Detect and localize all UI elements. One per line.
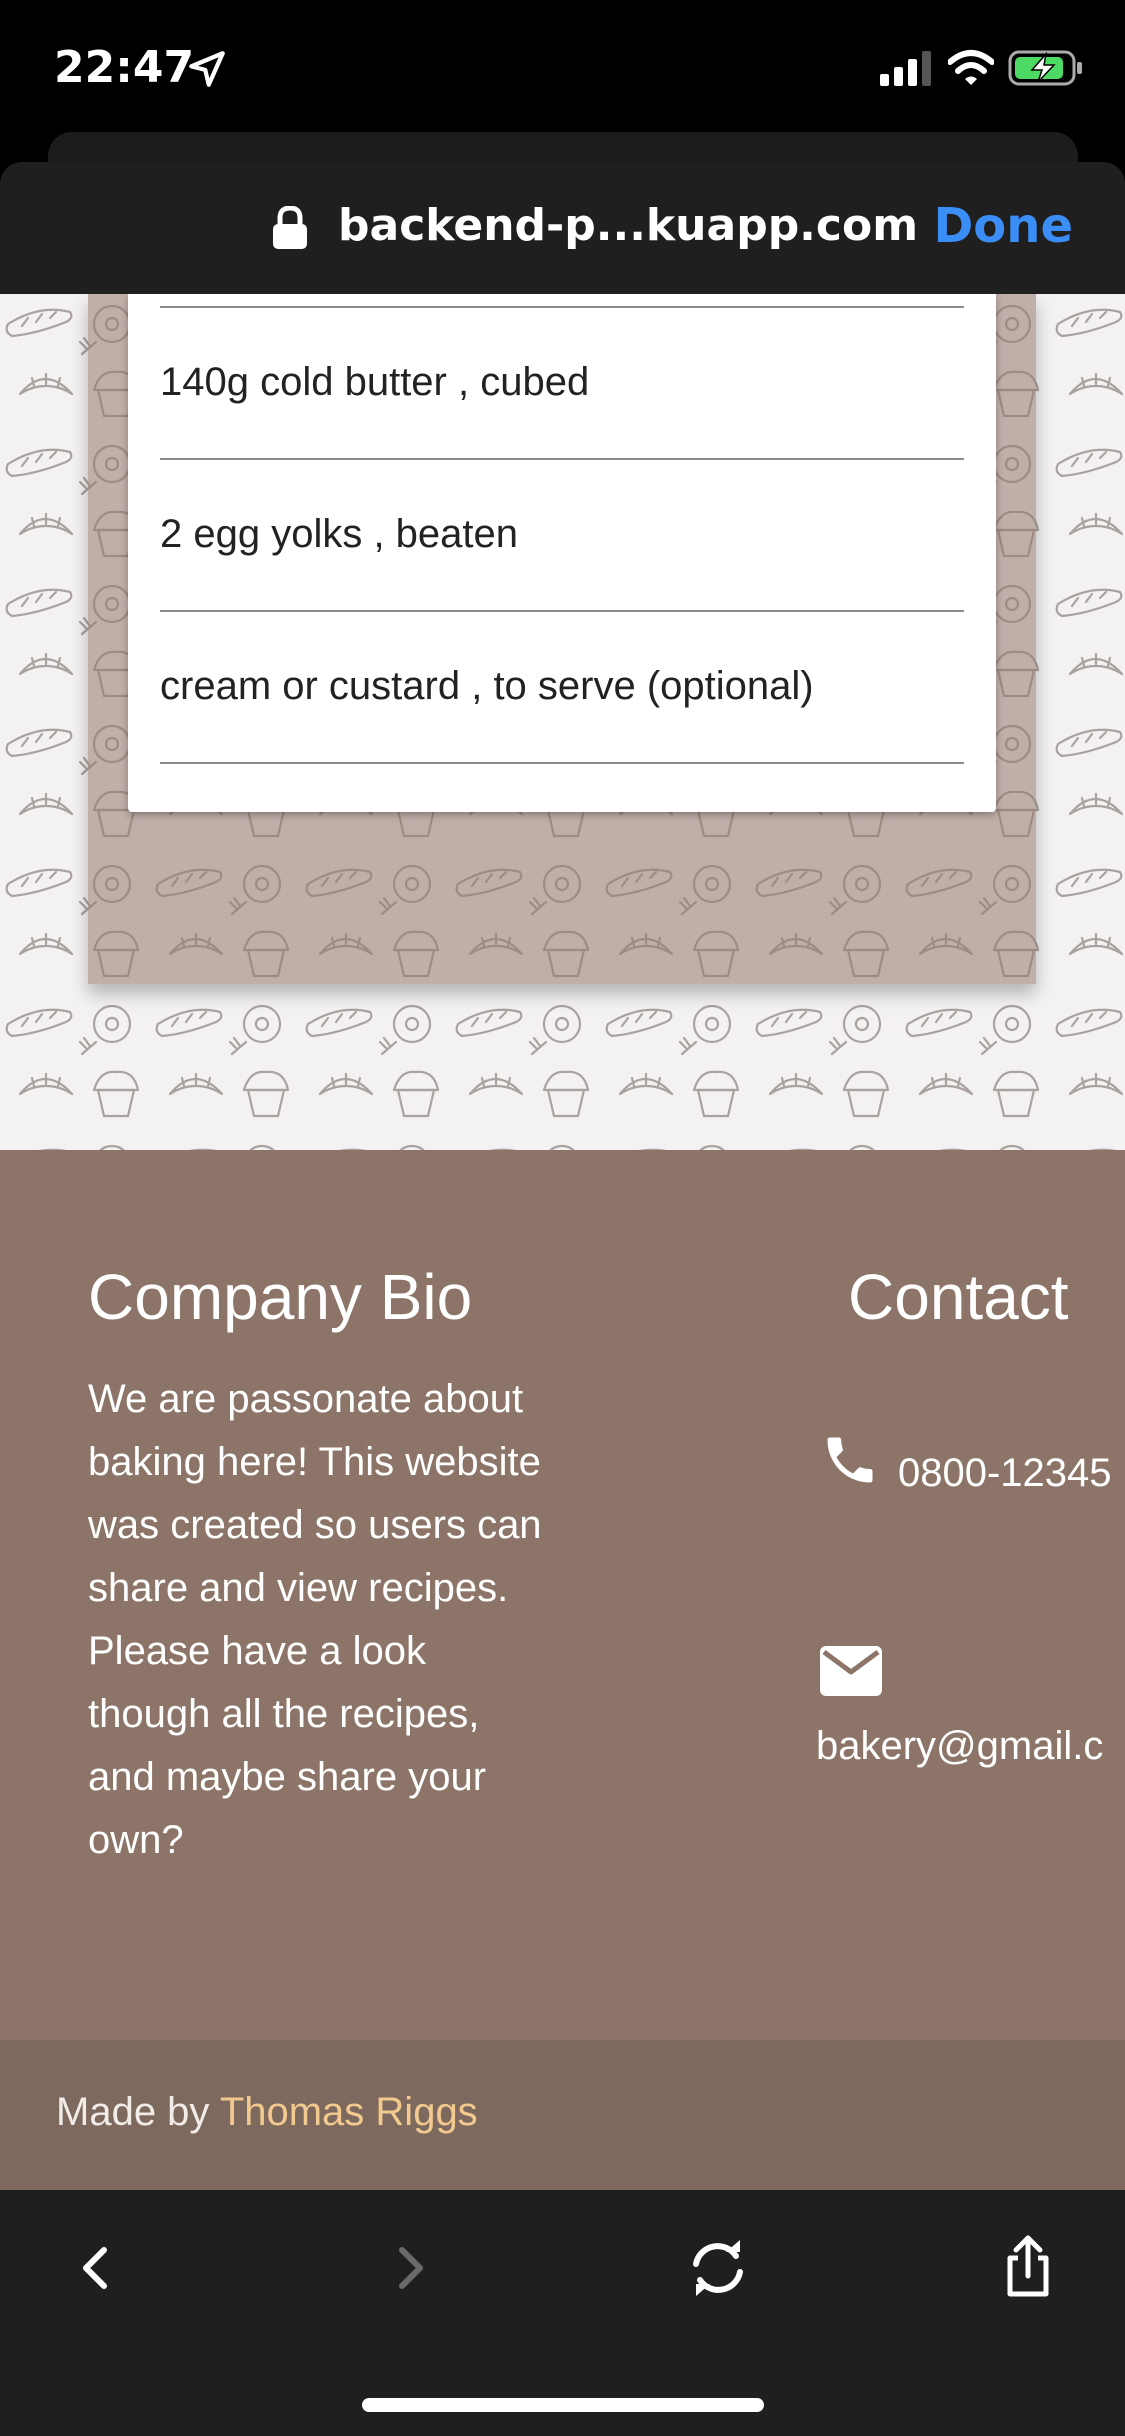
home-indicator[interactable] [362,2398,764,2412]
status-time: 22:47 [54,42,195,93]
reload-icon [693,2240,743,2296]
ingredient-item: 140g cold butter , cubed [160,360,590,404]
mail-icon [820,1646,882,1696]
ingredient-item: cream or custard , to serve (optional) [160,664,814,708]
contact-heading: Contact [848,1261,1069,1333]
share-icon [1007,2235,1049,2297]
divider [160,458,964,460]
chevron-left-icon [83,2247,107,2289]
site-footer: Company Bio We are passonate about bakin… [0,1150,1125,2040]
ingredient-item: 2 egg yolks , beaten [160,512,519,556]
contact-phone[interactable]: 0800-12345 [816,1442,1116,1505]
web-content: 140g cold butter , cubed 2 egg yolks , b… [0,294,1125,2190]
chevron-right-icon [399,2247,423,2289]
wifi-icon [948,50,994,85]
lock-icon [273,206,307,249]
ingredients-card: 140g cold butter , cubed 2 egg yolks , b… [128,294,996,812]
contact-email[interactable]: bakery@gmail.c [816,1724,1103,1769]
back-button[interactable] [54,2228,134,2308]
credit-prefix: Made by [56,2090,220,2134]
divider [160,762,964,764]
forward-button[interactable] [370,2228,450,2308]
done-button[interactable]: Done [933,198,1073,254]
share-button[interactable] [988,2228,1068,2308]
cellular-signal-icon [880,51,931,86]
credit-bar: Made by Thomas Riggs [0,2040,1125,2190]
company-bio-text: We are passonate about baking here! This… [88,1377,542,1862]
company-bio-heading: Company Bio [88,1261,473,1333]
credit-text: Made by Thomas Riggs [56,2090,478,2135]
url-text[interactable]: backend-p...kuapp.com [338,200,918,251]
divider [160,610,964,612]
battery-charging-icon [1008,50,1082,86]
status-bar: 22:47 [0,0,1125,140]
author-link[interactable]: Thomas Riggs [220,2090,478,2134]
reload-button[interactable] [678,2228,758,2308]
divider [160,306,964,308]
location-arrow-icon [189,51,225,87]
